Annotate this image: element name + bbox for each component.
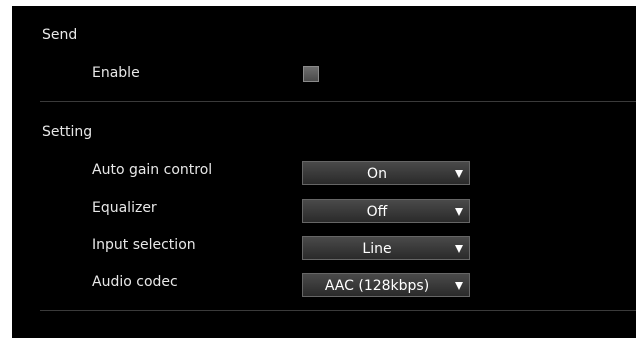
select-value: Line	[362, 241, 392, 257]
chevron-down-icon	[455, 282, 463, 290]
select-value: On	[367, 166, 387, 182]
enable-checkbox[interactable]	[303, 66, 319, 82]
setting-section-title: Setting	[42, 124, 93, 140]
chevron-down-icon	[455, 208, 463, 216]
enable-label: Enable	[92, 65, 140, 81]
audio-settings-panel: Send Enable Setting Auto gain control On…	[12, 6, 636, 338]
send-section-title: Send	[42, 27, 78, 43]
section-divider	[40, 310, 636, 311]
input-selection-label: Input selection	[92, 237, 196, 253]
auto-gain-control-label: Auto gain control	[92, 162, 213, 178]
chevron-down-icon	[455, 170, 463, 178]
auto-gain-control-select[interactable]: On	[302, 161, 470, 185]
section-divider	[40, 101, 636, 102]
equalizer-label: Equalizer	[92, 200, 157, 216]
equalizer-select[interactable]: Off	[302, 199, 470, 223]
select-value: AAC (128kbps)	[324, 278, 430, 294]
audio-codec-label: Audio codec	[92, 274, 178, 290]
input-selection-select[interactable]: Line	[302, 236, 470, 260]
audio-codec-select[interactable]: AAC (128kbps)	[302, 273, 470, 297]
chevron-down-icon	[455, 245, 463, 253]
select-value: Off	[366, 204, 388, 220]
